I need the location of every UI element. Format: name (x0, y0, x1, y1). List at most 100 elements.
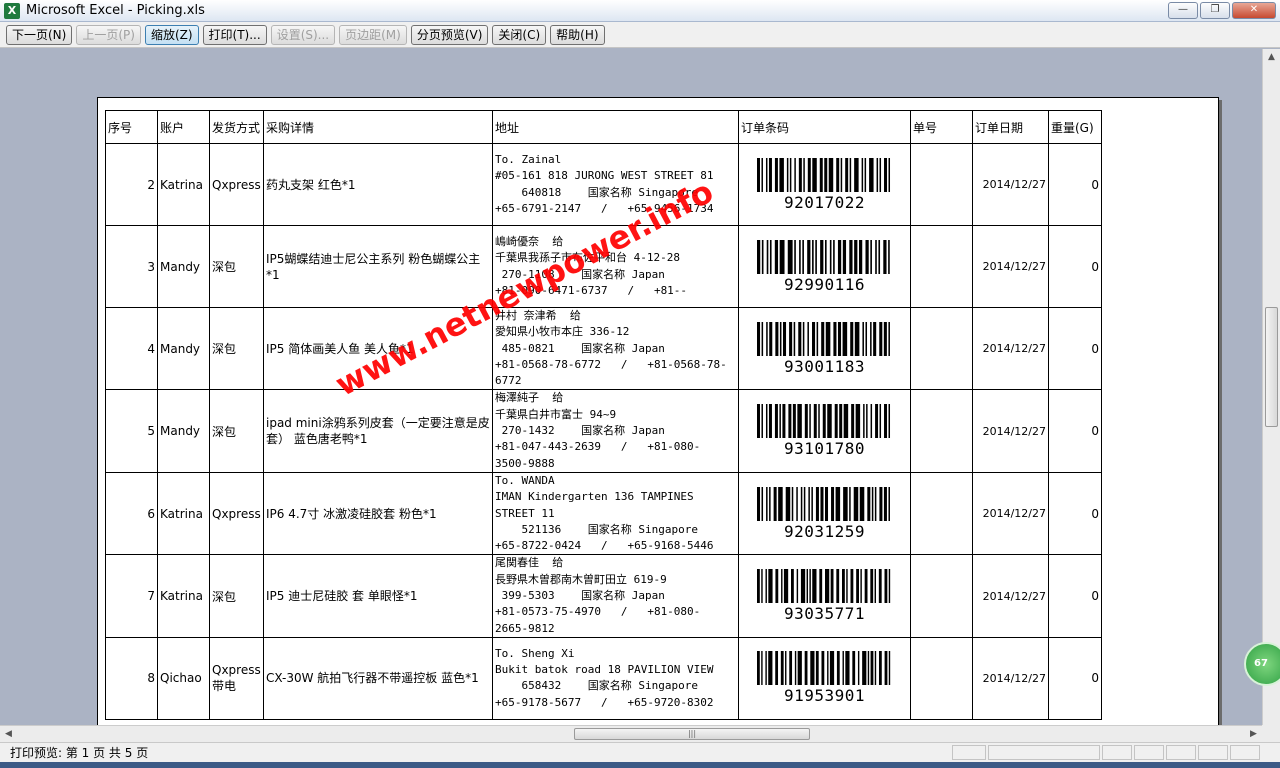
barcode-icon (756, 486, 890, 521)
toolbar-button[interactable]: 打印(T)... (202, 24, 267, 45)
weight-cell: 0 (1048, 306, 1102, 391)
address-cell: 尾関春佳 给 長野県木曽郡南木曽町田立 619-9 399-5303 国家名称 … (492, 554, 739, 638)
scroll-right-icon[interactable]: ▶ (1245, 726, 1262, 743)
row-number: 8 (105, 636, 158, 720)
table-header-row: 序号 账户 发货方式 采购详情 地址 订单条码 单号 订单日期 重量(G) (105, 110, 1102, 144)
weight-cell: 0 (1048, 143, 1102, 226)
address-cell: 梅澤純子 给 千葉県白井市富士 94~9 270-1432 国家名称 Japan… (492, 389, 739, 473)
window-title: Microsoft Excel - Picking.xls (26, 3, 205, 18)
barcode-number: 93001183 (783, 356, 866, 376)
order-date-cell: 2014/12/27 (972, 554, 1049, 638)
barcode-number: 92031259 (783, 521, 866, 541)
column-header: 订单日期 (972, 110, 1049, 144)
column-header: 账户 (157, 110, 210, 144)
address-cell: To. Sheng Xi Bukit batok road 18 PAVILIO… (492, 636, 739, 720)
order-barcode-cell: 93001183 (738, 306, 911, 391)
vertical-scrollbar[interactable]: ▲ (1262, 49, 1280, 725)
restore-button[interactable]: ❐ (1200, 2, 1230, 19)
status-bar: 打印预览: 第 1 页 共 5 页 (0, 742, 1280, 762)
tracking-number-cell (910, 389, 973, 473)
tracking-number-cell (910, 143, 973, 226)
toolbar-button[interactable]: 设置(S)... (270, 24, 336, 45)
order-date-cell: 2014/12/27 (972, 225, 1049, 308)
tracking-number-cell (910, 471, 973, 556)
shipping-method-cell: Qxpress (209, 143, 264, 226)
purchase-detail-cell: IP5 简体画美人鱼 美人鱼*1 (263, 306, 493, 391)
weight-cell: 0 (1048, 389, 1102, 473)
shipping-method-cell: Qxpress (209, 471, 264, 556)
horizontal-scrollbar[interactable]: ◀ ||| ▶ (0, 725, 1262, 742)
toolbar-button[interactable]: 上一页(P) (76, 24, 141, 45)
address-cell: To. WANDA IMAN Kindergarten 136 TAMPINES… (492, 471, 739, 556)
shipping-method-cell: 深包 (209, 389, 264, 473)
account-cell: Katrina (157, 143, 210, 226)
order-barcode-cell: 93101780 (738, 389, 911, 473)
row-number: 2 (105, 143, 158, 226)
order-date-cell: 2014/12/27 (972, 389, 1049, 473)
horizontal-scroll-thumb[interactable]: ||| (574, 728, 810, 740)
floating-badge[interactable]: 67 (1244, 642, 1280, 686)
purchase-detail-cell: 药丸支架 红色*1 (263, 143, 493, 226)
order-barcode-cell: 92031259 (738, 471, 911, 556)
row-number: 3 (105, 225, 158, 308)
status-panels (952, 745, 1260, 760)
weight-cell: 0 (1048, 471, 1102, 556)
table-row: 7 Katrina 深包 IP5 迪士尼硅胶 套 单眼怪*1 尾関春佳 给 長野県木曽郡… (105, 554, 1102, 638)
column-header: 采购详情 (263, 110, 493, 144)
toolbar-button[interactable]: 缩放(Z) (144, 24, 199, 45)
scroll-up-icon[interactable]: ▲ (1263, 49, 1280, 66)
purchase-detail-cell: ipad mini涂鸦系列皮套（一定要注意是皮套） 蓝色唐老鸭*1 (263, 389, 493, 473)
barcode-icon (756, 404, 890, 439)
barcode-number: 92017022 (783, 192, 866, 212)
tracking-number-cell (910, 636, 973, 720)
barcode-icon (756, 569, 890, 604)
order-barcode-cell: 93035771 (738, 554, 911, 638)
page-status: 打印预览: 第 1 页 共 5 页 (10, 746, 149, 760)
barcode-number: 91953901 (783, 686, 866, 706)
column-header: 单号 (910, 110, 973, 144)
barcode-icon (756, 239, 890, 274)
picking-table: 序号 账户 发货方式 采购详情 地址 订单条码 单号 订单日期 重量(G) 2 Katrina Qx… (105, 110, 1102, 720)
order-date-cell: 2014/12/27 (972, 636, 1049, 720)
table-row: 8 Qichao Qxpress带电 CX-30W 航拍飞行器不带遥控板 蓝色*1 To… (105, 636, 1102, 720)
toolbar-button[interactable]: 帮助(H) (550, 24, 605, 45)
table-row: 6 Katrina Qxpress IP6 4.7寸 冰激凌硅胶套 粉色*1 To. W… (105, 471, 1102, 556)
minimize-button[interactable]: — (1168, 2, 1198, 19)
weight-cell: 0 (1048, 225, 1102, 308)
order-date-cell: 2014/12/27 (972, 143, 1049, 226)
barcode-icon (756, 651, 890, 686)
close-window-button[interactable]: ✕ (1232, 2, 1276, 19)
toolbar-button[interactable]: 下一页(N) (6, 24, 73, 45)
barcode-number: 93035771 (783, 604, 866, 624)
purchase-detail-cell: IP5 迪士尼硅胶 套 单眼怪*1 (263, 554, 493, 638)
row-number: 6 (105, 471, 158, 556)
barcode-number: 92990116 (783, 274, 866, 294)
toolbar-button[interactable]: 关闭(C) (492, 24, 547, 45)
weight-cell: 0 (1048, 636, 1102, 720)
vertical-scroll-thumb[interactable] (1265, 307, 1278, 427)
preview-area: 序号 账户 发货方式 采购详情 地址 订单条码 单号 订单日期 重量(G) 2 Katrina Qx… (0, 49, 1262, 725)
barcode-icon (756, 157, 890, 192)
column-header: 地址 (492, 110, 739, 144)
order-barcode-cell: 92017022 (738, 143, 911, 226)
toolbar-button[interactable]: 分页预览(V) (410, 24, 489, 45)
purchase-detail-cell: CX-30W 航拍飞行器不带遥控板 蓝色*1 (263, 636, 493, 720)
scroll-left-icon[interactable]: ◀ (0, 726, 17, 743)
excel-app-icon: X (4, 2, 20, 19)
print-preview-toolbar: 下一页(N) 上一页(P) 缩放(Z) 打印(T)... 设置(S)... 页边距(M) 分… (0, 22, 1280, 48)
row-number: 5 (105, 389, 158, 473)
table-row: 2 Katrina Qxpress 药丸支架 红色*1 To. Zainal #05-1… (105, 143, 1102, 226)
toolbar-button[interactable]: 页边距(M) (339, 24, 407, 45)
tracking-number-cell (910, 306, 973, 391)
address-cell: 井村 奈津希 给 愛知県小牧市本庄 336-12 485-0821 国家名称 J… (492, 306, 739, 391)
table-row: 5 Mandy 深包 ipad mini涂鸦系列皮套（一定要注意是皮套） 蓝色唐老鸭*… (105, 389, 1102, 473)
barcode-icon (756, 321, 890, 356)
scrollbar-corner (1262, 725, 1280, 742)
title-bar: X Microsoft Excel - Picking.xls — ❐ ✕ (0, 0, 1280, 22)
account-cell: Katrina (157, 554, 210, 638)
row-number: 4 (105, 306, 158, 391)
account-cell: Mandy (157, 389, 210, 473)
purchase-detail-cell: IP6 4.7寸 冰激凌硅胶套 粉色*1 (263, 471, 493, 556)
purchase-detail-cell: IP5蝴蝶结迪士尼公主系列 粉色蝴蝶公主*1 (263, 225, 493, 308)
account-cell: Katrina (157, 471, 210, 556)
